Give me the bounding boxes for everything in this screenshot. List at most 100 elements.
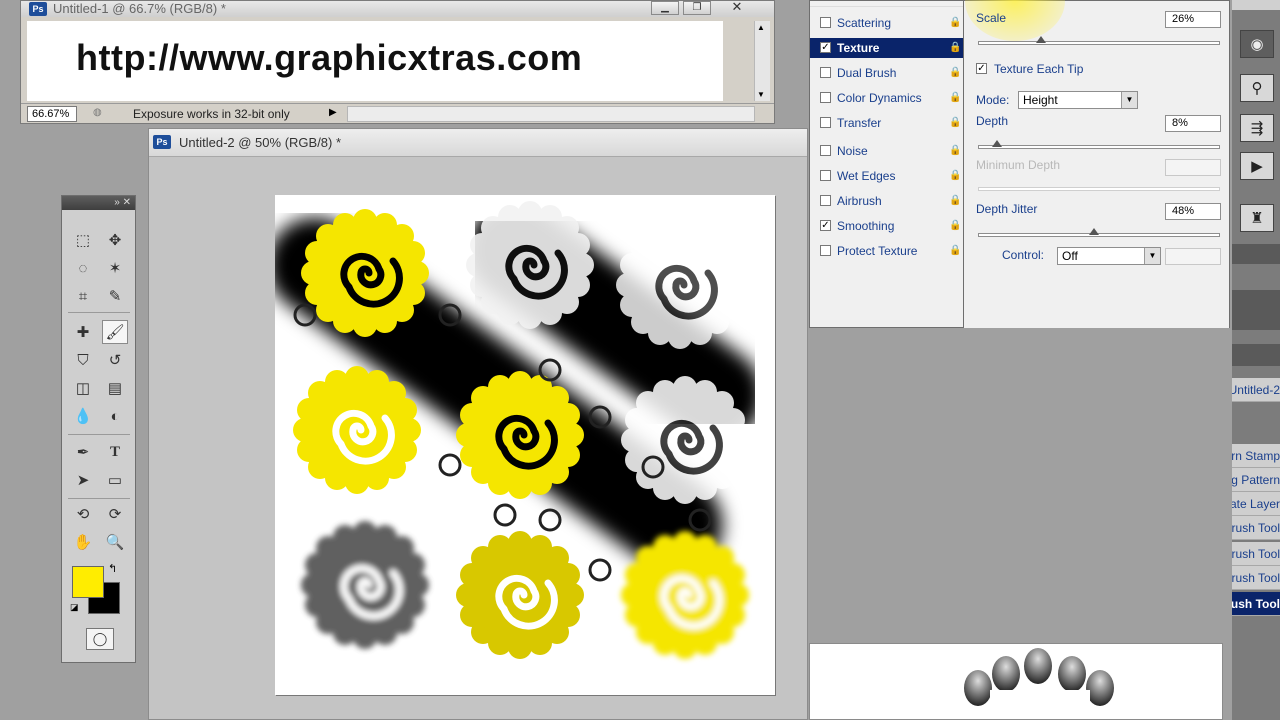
path-selection-tool-icon[interactable]: ➤ (70, 468, 96, 492)
zoom-field[interactable]: 66.67% (27, 106, 77, 122)
scroll-down-icon[interactable]: ▼ (757, 90, 765, 99)
history-item-label: Brush Tool (1232, 571, 1280, 585)
mode-dropdown[interactable]: Height ▼ (1018, 91, 1138, 109)
document-window-1[interactable]: Ps Untitled-1 @ 66.7% (RGB/8) * ▁ ❐ ✕ ht… (20, 0, 775, 124)
clone-stamp-tool-icon[interactable]: ⛉ (70, 348, 96, 372)
history-item[interactable]: Untitled-2 (1232, 378, 1280, 402)
brush-option-texture[interactable]: ✓ Texture 🔒 (810, 38, 963, 58)
depth-jitter-field[interactable]: 48% (1165, 203, 1221, 220)
status-info-icon[interactable]: ◍ (93, 107, 102, 118)
brush-option-scattering[interactable]: Scattering 🔒 (810, 13, 963, 33)
history-item[interactable]: Brush Tool (1232, 566, 1280, 590)
brush-option-transfer[interactable]: Transfer 🔒 (810, 113, 963, 133)
default-colors-icon[interactable]: ◪ (70, 602, 79, 613)
marquee-tool-icon[interactable]: ⬚ (70, 228, 96, 252)
blur-tool-icon[interactable]: 💧 (70, 404, 96, 428)
lock-icon[interactable]: 🔒 (949, 117, 961, 129)
brush-option-checkbox[interactable] (820, 145, 831, 156)
brush-option-dual-brush[interactable]: Dual Brush 🔒 (810, 63, 963, 83)
control-dropdown[interactable]: Off ▼ (1057, 247, 1161, 265)
lasso-tool-icon[interactable]: ◌ (70, 256, 96, 280)
scale-slider[interactable] (978, 41, 1220, 45)
clone-source-icon[interactable]: ♜ (1240, 204, 1274, 232)
brush-option-wet-edges[interactable]: Wet Edges 🔒 (810, 166, 963, 186)
pen-tool-icon[interactable]: ✒ (70, 440, 96, 464)
document-2-canvas[interactable] (275, 195, 775, 695)
document-1-titlebar[interactable]: Ps Untitled-1 @ 66.7% (RGB/8) * ▁ ❐ ✕ (21, 0, 774, 17)
eyedropper-tool-icon[interactable]: ✎ (102, 284, 128, 308)
texture-each-tip-checkbox[interactable]: ✓ (976, 63, 987, 74)
foreground-color-swatch[interactable] (72, 566, 104, 598)
brush-option-checkbox[interactable] (820, 67, 831, 78)
vertical-scrollbar[interactable]: ▲ ▼ (754, 21, 770, 101)
scale-field[interactable]: 26% (1165, 11, 1221, 28)
lock-icon[interactable]: 🔒 (949, 245, 961, 257)
actions-icon[interactable]: ▶ (1240, 152, 1274, 180)
minimize-icon[interactable]: ▁ (651, 1, 679, 15)
history-item[interactable]: Duplicate Layer (1232, 492, 1280, 516)
brush-option-checkbox[interactable]: ✓ (820, 42, 831, 53)
brush-option-airbrush[interactable]: Airbrush 🔒 (810, 191, 963, 211)
depth-slider-thumb[interactable] (992, 140, 1003, 147)
brush-option-smoothing[interactable]: ✓ Smoothing 🔒 (810, 216, 963, 236)
brush-option-checkbox[interactable] (820, 92, 831, 103)
eraser-tool-icon[interactable]: ◫ (70, 376, 96, 400)
brush-option-checkbox[interactable] (820, 17, 831, 28)
brush-option-checkbox[interactable] (820, 195, 831, 206)
depth-field[interactable]: 8% (1165, 115, 1221, 132)
brush-option-checkbox[interactable] (820, 245, 831, 256)
3d-rotate-tool-icon[interactable]: ⟲ (70, 502, 96, 526)
history-item[interactable]: Brush Tool (1232, 592, 1280, 616)
history-item[interactable]: Healing Pattern (1232, 468, 1280, 492)
crop-tool-icon[interactable]: ⌗ (70, 284, 96, 308)
brush-option-checkbox[interactable] (820, 117, 831, 128)
document-window-2[interactable]: Ps Untitled-2 @ 50% (RGB/8) * (148, 128, 808, 720)
type-tool-icon[interactable]: T (102, 440, 128, 464)
scroll-up-icon[interactable]: ▲ (757, 23, 765, 32)
close-icon[interactable]: ✕ (723, 0, 751, 15)
document-1-canvas[interactable]: http://www.graphicxtras.com (27, 21, 723, 101)
brush-option-noise[interactable]: Noise 🔒 (810, 141, 963, 161)
lock-icon[interactable]: 🔒 (949, 170, 961, 182)
brush-option-protect-texture[interactable]: Protect Texture 🔒 (810, 241, 963, 261)
brush-option-checkbox[interactable] (820, 170, 831, 181)
dodge-tool-icon[interactable]: ◐ (102, 404, 128, 428)
depth-jitter-slider-thumb[interactable] (1089, 228, 1100, 235)
healing-brush-tool-icon[interactable]: ✚ (70, 320, 96, 344)
lock-icon[interactable]: 🔒 (949, 67, 961, 79)
magic-wand-tool-icon[interactable]: ✶ (102, 256, 128, 280)
history-item[interactable]: Brush Tool (1232, 542, 1280, 566)
brush-presets-icon[interactable]: ⚲ (1240, 74, 1274, 102)
shape-tool-icon[interactable]: ▭ (102, 468, 128, 492)
lock-icon[interactable]: 🔒 (949, 145, 961, 157)
navigator-icon[interactable]: ◉ (1240, 30, 1274, 58)
restore-icon[interactable]: ❐ (683, 1, 711, 15)
lock-icon[interactable]: 🔒 (949, 92, 961, 104)
tool-presets-icon[interactable]: ⇶ (1240, 114, 1274, 142)
lock-icon[interactable]: 🔒 (949, 195, 961, 207)
lock-icon[interactable]: 🔒 (949, 42, 961, 54)
lock-icon[interactable]: 🔒 (949, 17, 961, 29)
history-item[interactable]: Pattern Stamp (1232, 444, 1280, 468)
collapse-icon[interactable]: » (114, 197, 120, 208)
history-item[interactable]: Brush Tool (1232, 516, 1280, 540)
gradient-tool-icon[interactable]: ▤ (102, 376, 128, 400)
swap-colors-icon[interactable]: ↰ (108, 562, 117, 575)
tools-panel-header[interactable]: » ✕ (62, 196, 135, 210)
history-brush-tool-icon[interactable]: ↺ (102, 348, 128, 372)
lock-icon[interactable]: 🔒 (949, 220, 961, 232)
3d-orbit-tool-icon[interactable]: ⟳ (102, 502, 128, 526)
depth-slider[interactable] (978, 145, 1220, 149)
scale-slider-thumb[interactable] (1035, 36, 1046, 43)
close-icon[interactable]: ✕ (123, 197, 131, 208)
move-tool-icon[interactable]: ✥ (102, 228, 128, 252)
brush-option-color-dynamics[interactable]: Color Dynamics 🔒 (810, 88, 963, 108)
document-2-titlebar[interactable]: Ps Untitled-2 @ 50% (RGB/8) * (149, 129, 807, 157)
brush-option-checkbox[interactable]: ✓ (820, 220, 831, 231)
status-menu-arrow-icon[interactable]: ▶ (329, 107, 337, 118)
horizontal-scrollbar[interactable] (347, 106, 755, 122)
hand-tool-icon[interactable]: ✋ (70, 530, 96, 554)
quick-mask-icon[interactable]: ◯ (86, 628, 114, 650)
zoom-tool-icon[interactable]: 🔍 (102, 530, 128, 554)
brush-tool-icon[interactable]: 🖌 (102, 320, 128, 344)
